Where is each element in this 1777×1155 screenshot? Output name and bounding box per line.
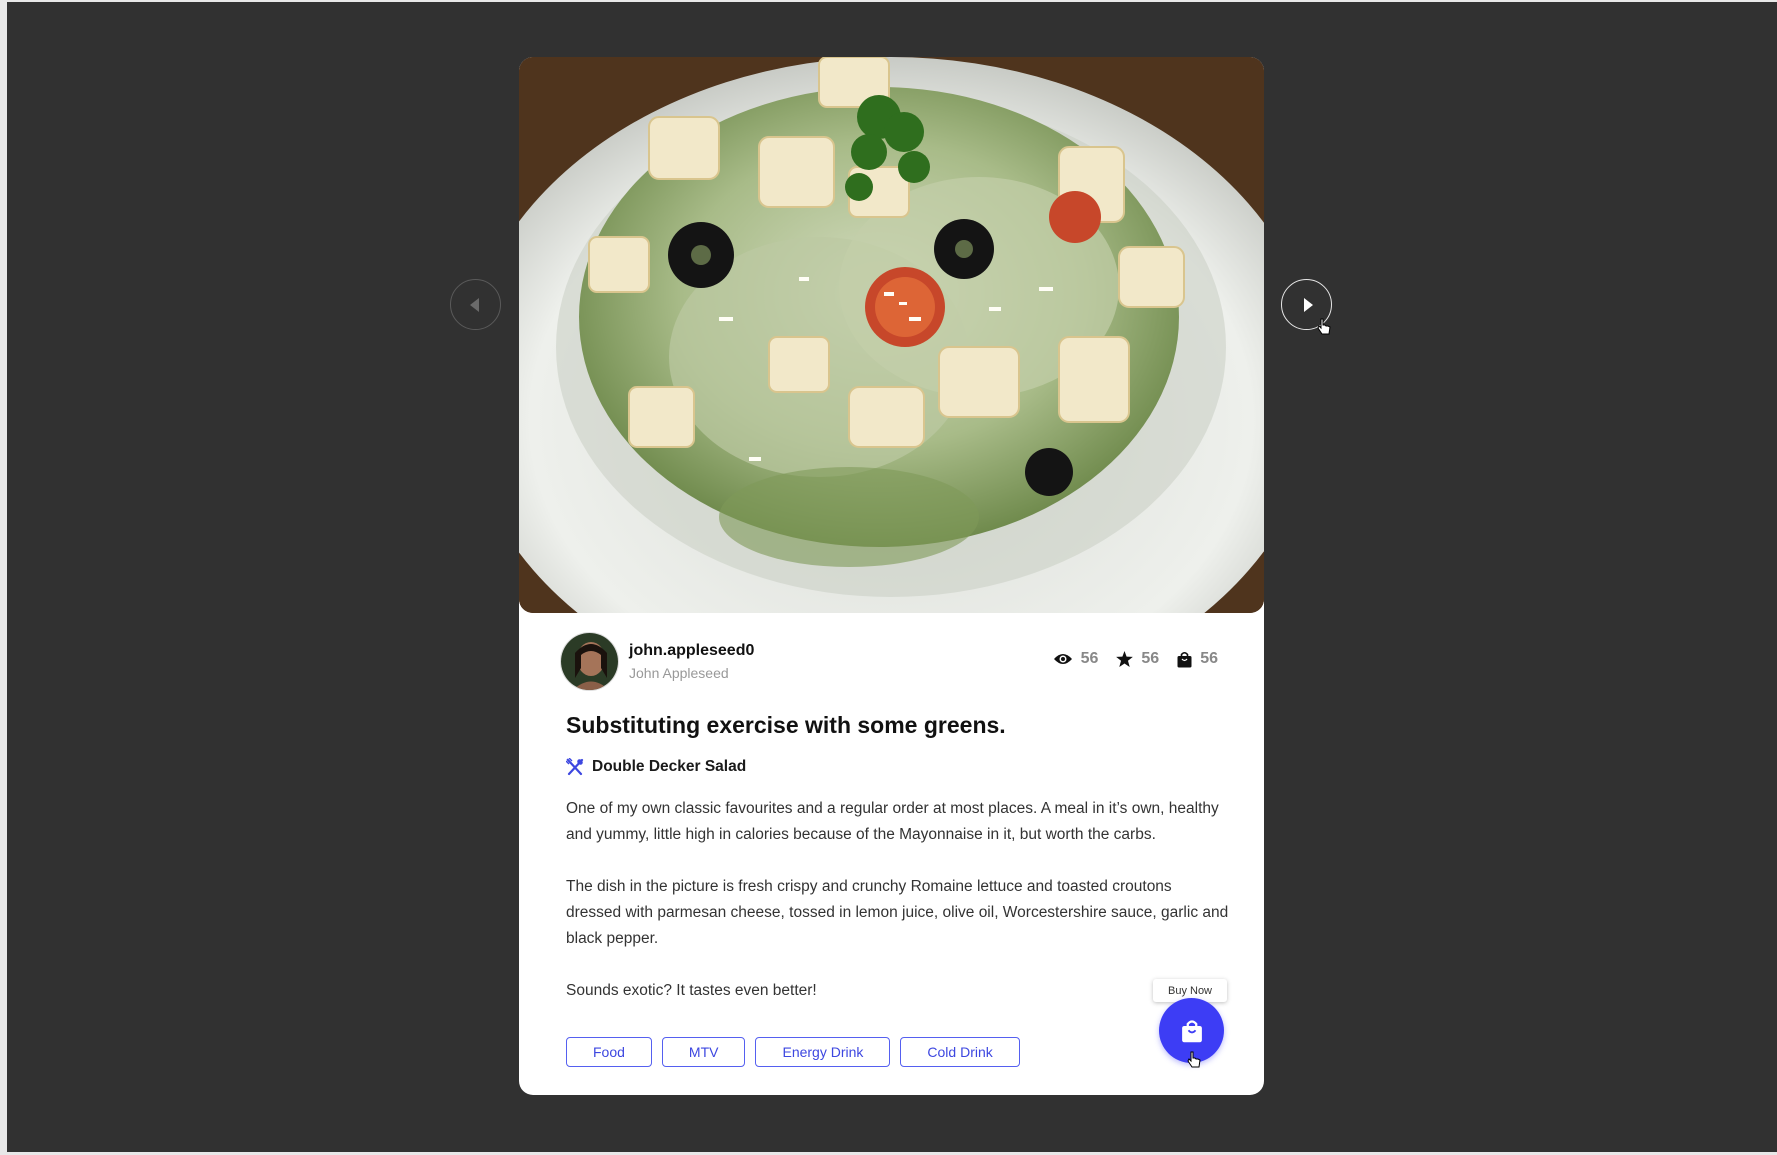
tag-energy-drink[interactable]: Energy Drink — [755, 1037, 891, 1067]
stars-count: 56 — [1141, 650, 1160, 667]
viewer-background: john.appleseed0 John Appleseed 56 56 56 … — [7, 2, 1777, 1152]
post-stats: 56 56 56 — [1053, 650, 1218, 668]
shopping-bag-icon — [1181, 1019, 1202, 1042]
views-count: 56 — [1080, 650, 1099, 667]
stars-stat: 56 — [1116, 650, 1159, 668]
post-photo — [519, 57, 1264, 613]
star-icon — [1116, 651, 1134, 667]
description-paragraph: One of my own classic favourites and a r… — [566, 800, 1219, 843]
post-title: Substituting exercise with some greens. — [566, 712, 1006, 738]
avatar[interactable] — [560, 631, 619, 691]
author-block[interactable]: john.appleseed0 John Appleseed — [560, 631, 754, 691]
cursor-icon — [1317, 318, 1331, 335]
eye-icon — [1053, 654, 1072, 664]
prev-button[interactable] — [450, 279, 501, 330]
tag-list: Food MTV Energy Drink Cold Drink — [566, 1037, 1020, 1067]
dish-name: Double Decker Salad — [592, 758, 747, 775]
purchases-stat: 56 — [1177, 650, 1218, 668]
salad-image — [519, 57, 1264, 613]
description-paragraph: Sounds exotic? It tastes even better! — [566, 982, 817, 999]
dish-row: Double Decker Salad — [566, 758, 746, 776]
shopping-bag-icon — [1177, 651, 1192, 667]
purchases-count: 56 — [1200, 650, 1218, 667]
post-description: One of my own classic favourites and a r… — [566, 796, 1231, 1030]
cursor-icon — [1187, 1051, 1201, 1068]
tag-mtv[interactable]: MTV — [661, 1037, 746, 1067]
tag-food[interactable]: Food — [566, 1037, 652, 1067]
description-paragraph: The dish in the picture is fresh crispy … — [566, 878, 1229, 947]
utensils-icon — [566, 758, 584, 776]
full-name: John Appleseed — [629, 664, 729, 681]
post-card: john.appleseed0 John Appleseed 56 56 56 … — [519, 57, 1264, 1095]
chevron-left-icon — [470, 297, 479, 312]
views-stat: 56 — [1053, 650, 1099, 668]
tag-cold-drink[interactable]: Cold Drink — [900, 1037, 1020, 1067]
chevron-right-icon — [1303, 297, 1313, 312]
username[interactable]: john.appleseed0 — [629, 642, 754, 660]
